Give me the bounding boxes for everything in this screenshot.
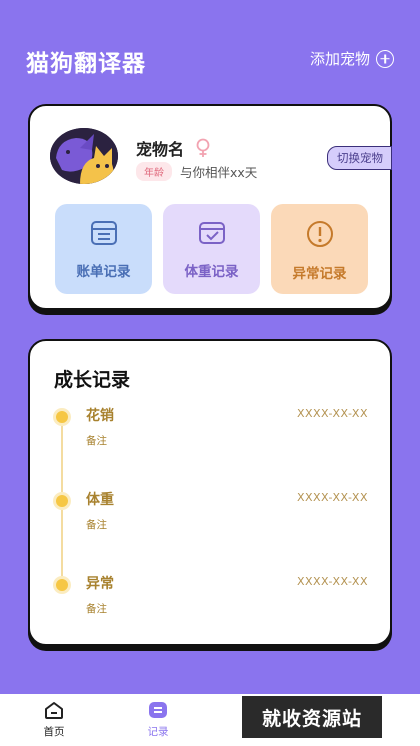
bill-record-tile[interactable]: 账单记录 [55, 204, 152, 294]
header: 猫狗翻译器 添加宠物 [0, 0, 420, 100]
abnormal-record-label: 异常记录 [292, 266, 347, 282]
timeline-dot-icon [56, 411, 68, 423]
alert-icon [306, 221, 333, 247]
bill-icon [90, 221, 117, 245]
timeline-item-title: 体重 [86, 492, 114, 508]
timeline-item-note: 备注 [86, 435, 107, 447]
plus-circle-icon [376, 49, 394, 68]
add-pet-button[interactable]: 添加宠物 [310, 48, 394, 69]
tab-home-label: 首页 [43, 726, 65, 738]
timeline-item-date: XXXX-XX-XX [296, 575, 368, 588]
watermark: 就收资源站 [242, 696, 382, 738]
timeline-item-date: XXXX-XX-XX [296, 407, 368, 420]
pet-name-row: 宠物名 [136, 136, 212, 160]
age-row: 年龄 与你相伴xx天 [136, 162, 257, 181]
abnormal-record-tile[interactable]: 异常记录 [271, 204, 368, 294]
timeline-dot-icon [56, 579, 68, 591]
timeline-item-note: 备注 [86, 603, 107, 615]
switch-pet-button[interactable]: 切换宠物 [327, 146, 392, 170]
tab-home[interactable]: 首页 [24, 700, 84, 739]
timeline-item-note: 备注 [86, 519, 107, 531]
bill-record-label: 账单记录 [76, 264, 131, 280]
pet-avatar[interactable] [50, 128, 118, 184]
add-pet-label: 添加宠物 [309, 50, 370, 68]
companion-days: 与你相伴xx天 [180, 165, 258, 180]
tab-record-label: 记录 [147, 726, 169, 738]
female-icon [196, 138, 210, 157]
timeline-item-date: XXXX-XX-XX [296, 491, 368, 504]
timeline-item-title: 异常 [86, 576, 114, 592]
growth-record-card: 成长记录 花销 XXXX-XX-XX 备注 体重 XXXX-XX-XX 备注 异… [28, 339, 392, 646]
pet-name: 宠物名 [136, 140, 185, 159]
growth-record-title: 成长记录 [54, 369, 131, 391]
weight-record-label: 体重记录 [184, 264, 239, 280]
app-title: 猫狗翻译器 [26, 51, 146, 77]
timeline-item-weight[interactable]: 体重 XXXX-XX-XX 备注 [30, 489, 390, 549]
timeline-item-title: 花销 [86, 408, 114, 424]
pet-card: 宠物名 年龄 与你相伴xx天 切换宠物 账单记录 体重记录 异常记录 [28, 104, 392, 310]
record-icon [149, 702, 167, 718]
home-icon [45, 702, 63, 719]
timeline-item-expense[interactable]: 花销 XXXX-XX-XX 备注 [30, 405, 390, 465]
timeline-dot-icon [56, 495, 68, 507]
timeline-item-abnormal[interactable]: 异常 XXXX-XX-XX 备注 [30, 573, 390, 633]
tab-record[interactable]: 记录 [128, 700, 188, 739]
age-badge: 年龄 [136, 162, 172, 181]
weight-icon [198, 222, 225, 244]
weight-record-tile[interactable]: 体重记录 [163, 204, 260, 294]
